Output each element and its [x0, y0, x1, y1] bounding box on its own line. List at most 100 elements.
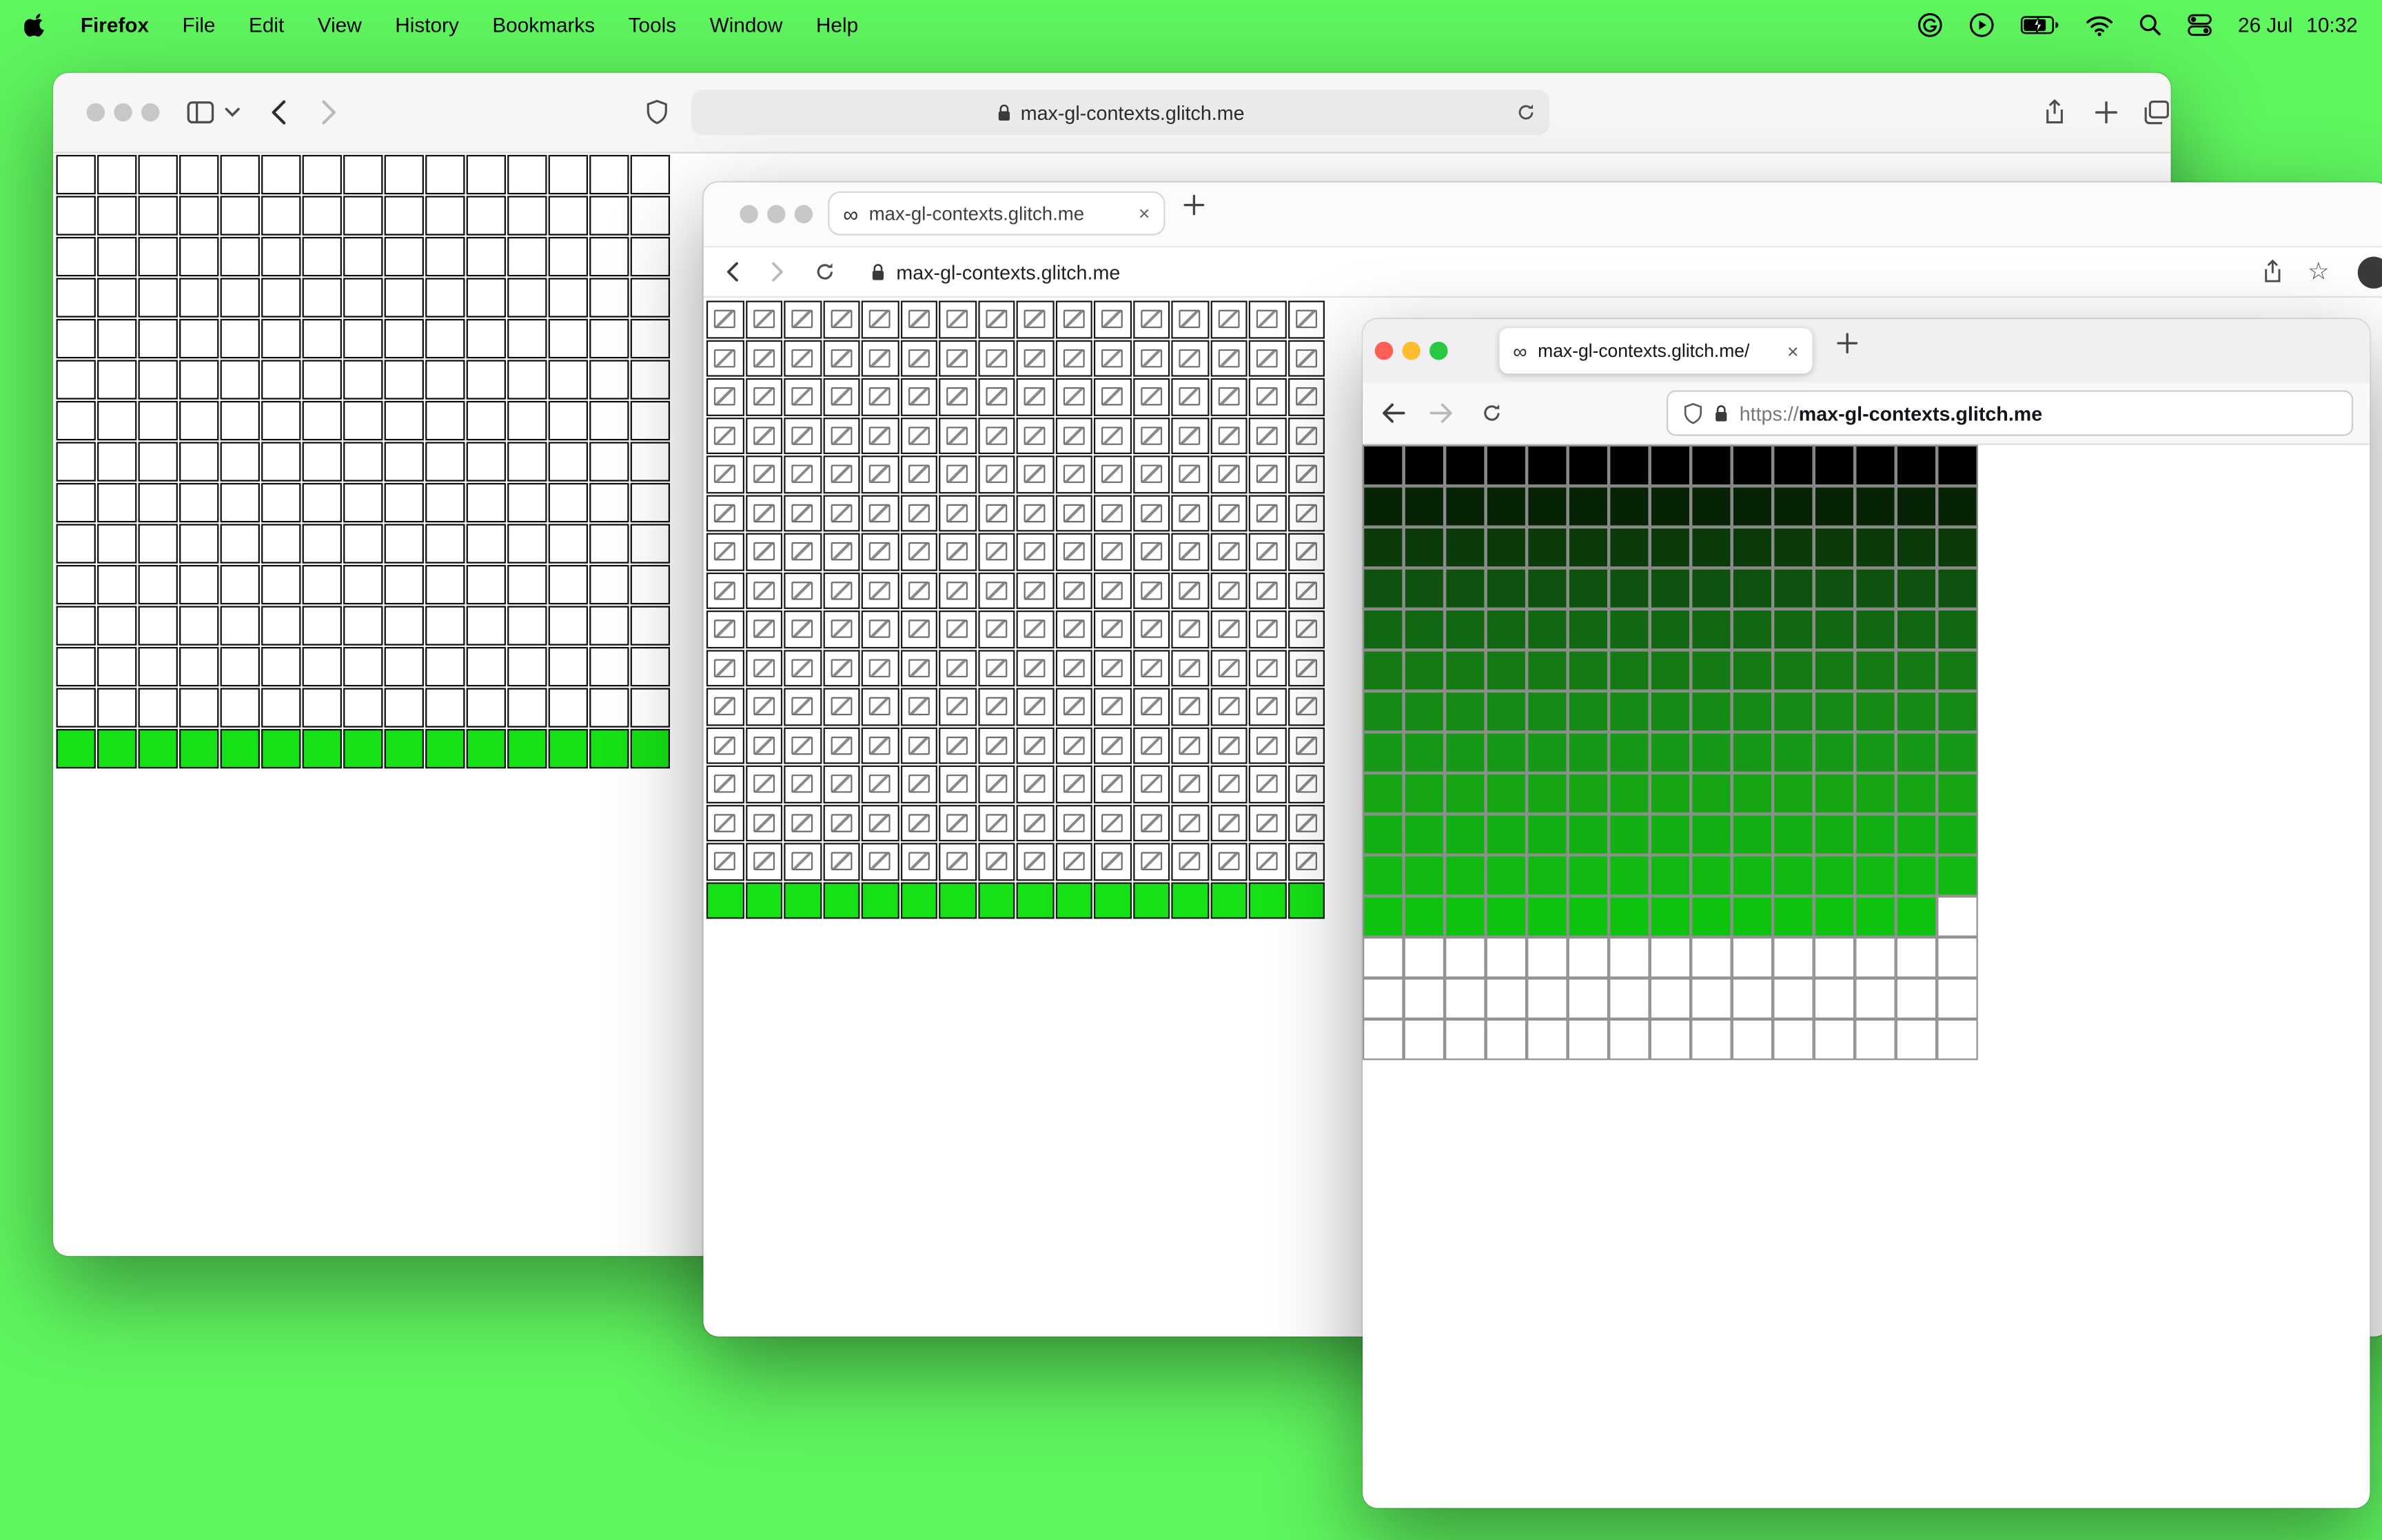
menu-view[interactable]: View	[318, 14, 362, 37]
chevron-down-icon[interactable]	[225, 107, 240, 117]
share-icon[interactable]	[2262, 259, 2283, 285]
browser-tab[interactable]: ∞ max-gl-contexts.glitch.me/ ×	[1499, 328, 1813, 374]
back-button[interactable]	[1381, 402, 1405, 424]
grid-cell	[261, 442, 301, 482]
grid-cell	[745, 726, 783, 764]
grid-cell	[548, 196, 588, 236]
media-play-icon[interactable]	[1969, 12, 1995, 38]
grid-cell	[220, 236, 260, 277]
menu-edit[interactable]: Edit	[249, 14, 284, 37]
broken-image-icon	[1140, 310, 1162, 329]
grid-cell	[1287, 571, 1325, 609]
grid-cell	[1773, 854, 1814, 896]
grid-cell	[1527, 772, 1568, 814]
app-menu-firefox[interactable]: Firefox	[81, 14, 149, 37]
grid-cell	[1937, 526, 1978, 568]
back-button[interactable]	[724, 261, 740, 283]
new-tab-button[interactable]	[1183, 194, 1205, 216]
close-window-button[interactable]	[86, 103, 105, 122]
broken-image-icon	[946, 426, 968, 445]
grid-cell	[861, 455, 899, 493]
bookmark-star-icon[interactable]: ☆	[2308, 256, 2330, 287]
grid-cell	[977, 378, 1015, 415]
grid-cell	[1248, 300, 1286, 338]
reload-icon[interactable]	[1516, 102, 1536, 123]
close-window-button[interactable]	[1374, 341, 1394, 360]
zoom-window-button[interactable]	[794, 205, 813, 224]
new-tab-button[interactable]	[1837, 333, 1858, 354]
minimize-window-button[interactable]	[767, 205, 786, 224]
zoom-window-button[interactable]	[141, 103, 160, 122]
broken-image-icon	[1063, 619, 1085, 639]
grid-cell	[1855, 526, 1896, 568]
grid-cell	[343, 728, 383, 769]
grid-cell	[1248, 494, 1286, 532]
broken-image-icon	[1218, 774, 1239, 794]
grid-cell	[1363, 608, 1404, 650]
broken-image-icon	[1256, 426, 1279, 445]
spotlight-search-icon[interactable]	[2139, 14, 2162, 37]
grid-cell	[630, 606, 671, 646]
share-icon[interactable]	[2044, 99, 2066, 126]
forward-button[interactable]	[1429, 402, 1454, 424]
tab-title: max-gl-contexts.glitch.me	[868, 203, 1085, 225]
tab-close-icon[interactable]: ×	[1787, 340, 1799, 362]
minimize-window-button[interactable]	[1402, 341, 1421, 360]
menu-bookmarks[interactable]: Bookmarks	[492, 14, 595, 37]
grid-cell	[1132, 494, 1170, 532]
firefox-page-content	[1363, 444, 2370, 1508]
menu-tools[interactable]: Tools	[629, 14, 676, 37]
grid-cell	[1895, 568, 1937, 609]
grid-cell	[302, 236, 342, 277]
menu-window[interactable]: Window	[710, 14, 783, 37]
menu-file[interactable]: File	[183, 14, 216, 37]
address-bar[interactable]: max-gl-contexts.glitch.me	[871, 247, 1120, 296]
broken-image-icon	[985, 813, 1007, 832]
grid-cell	[822, 571, 860, 609]
grid-cell	[425, 442, 465, 482]
privacy-shield-icon[interactable]	[646, 99, 669, 125]
address-bar[interactable]: max-gl-contexts.glitch.me	[691, 90, 1550, 136]
grid-cell	[1609, 486, 1650, 527]
profile-avatar[interactable]	[2357, 256, 2382, 289]
address-bar[interactable]: https://max-gl-contexts.glitch.me	[1666, 390, 2354, 436]
wifi-icon[interactable]	[2086, 14, 2114, 36]
minimize-window-button[interactable]	[114, 103, 132, 122]
control-center-icon[interactable]	[2188, 14, 2212, 37]
broken-image-icon	[1101, 542, 1123, 561]
grid-cell	[1403, 1018, 1445, 1060]
reload-button[interactable]	[814, 261, 835, 283]
grid-cell	[179, 524, 219, 564]
sidebar-icon[interactable]	[187, 101, 214, 124]
grid-cell	[1895, 486, 1937, 527]
grid-cell	[784, 455, 822, 493]
forward-button[interactable]	[320, 99, 337, 125]
back-button[interactable]	[270, 99, 287, 125]
menu-bar-clock[interactable]: 26 Jul 10:32	[2238, 14, 2358, 37]
grid-cell	[1093, 726, 1131, 764]
menu-history[interactable]: History	[395, 14, 459, 37]
menu-help[interactable]: Help	[816, 14, 858, 37]
grid-cell	[179, 688, 219, 728]
grid-cell	[1649, 526, 1691, 568]
broken-image-icon	[946, 504, 968, 522]
grid-cell	[97, 318, 137, 359]
grid-cell	[1895, 444, 1937, 486]
grid-cell	[1649, 568, 1691, 609]
apple-menu-icon[interactable]	[24, 12, 47, 38]
grid-cell	[1813, 854, 1855, 896]
grid-cell	[1691, 486, 1732, 527]
browser-tab[interactable]: ∞ max-gl-contexts.glitch.me ×	[828, 191, 1165, 236]
battery-charging-icon[interactable]	[2021, 15, 2060, 35]
forward-button[interactable]	[770, 261, 785, 283]
reload-button[interactable]	[1481, 402, 1503, 424]
zoom-window-button[interactable]	[1429, 341, 1448, 360]
grid-cell	[1649, 896, 1691, 937]
grid-cell	[1248, 571, 1286, 609]
new-tab-icon[interactable]	[2095, 101, 2118, 124]
grammarly-icon[interactable]	[1917, 12, 1943, 38]
close-window-button[interactable]	[740, 205, 758, 224]
tab-overview-icon[interactable]	[2144, 100, 2169, 125]
tab-close-icon[interactable]: ×	[1139, 202, 1150, 225]
broken-image-icon	[753, 504, 775, 522]
